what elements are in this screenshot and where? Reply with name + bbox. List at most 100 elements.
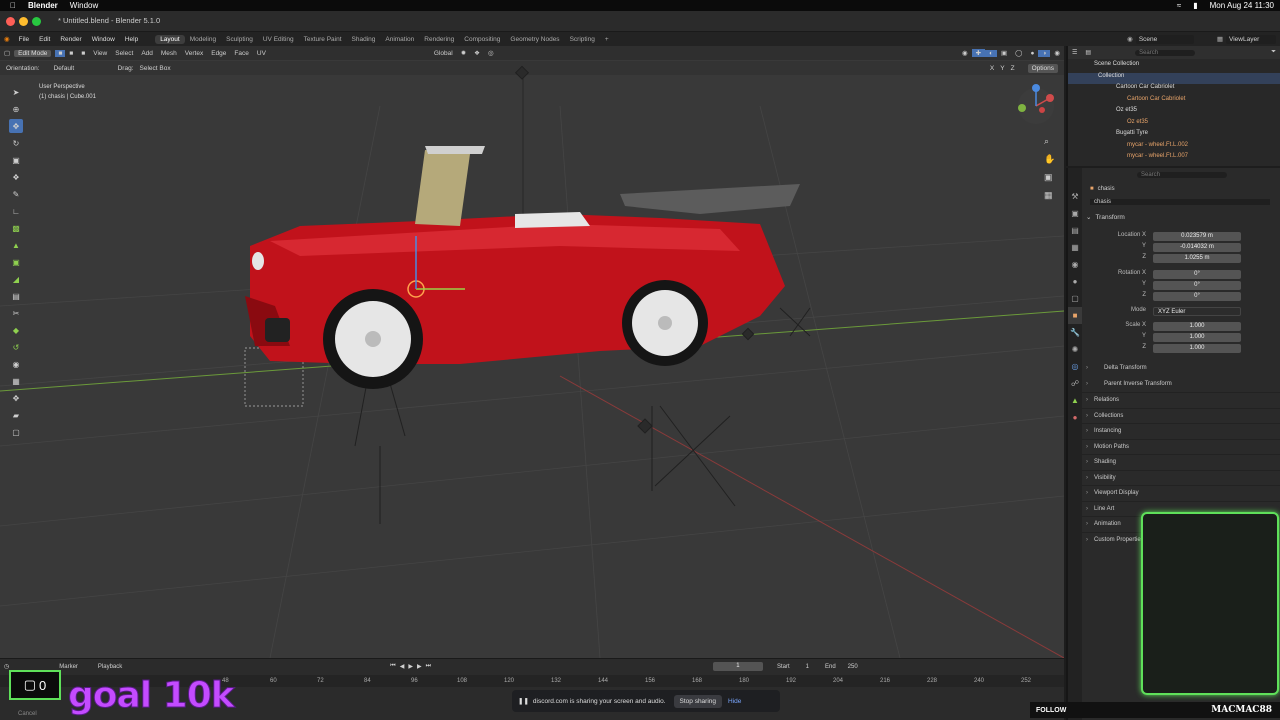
jump-end-icon[interactable]: ⏭	[424, 663, 433, 670]
parent-inverse-section[interactable]: Parent Inverse Transform	[1082, 377, 1280, 393]
scene-selector[interactable]: Scene	[1135, 34, 1194, 44]
outliner-editor-icon[interactable]: ☰	[1068, 49, 1081, 56]
minimize-window-button[interactable]	[19, 17, 28, 26]
spin-tool-icon[interactable]: ↺	[9, 340, 23, 354]
add-cube-tool-icon[interactable]: ▩	[9, 221, 23, 235]
zoom-icon[interactable]: ⌕	[1044, 132, 1058, 150]
prev-keyframe-icon[interactable]: ◀	[398, 663, 407, 670]
end-frame-field[interactable]: 250	[842, 664, 864, 670]
next-keyframe-icon[interactable]: ▶	[415, 663, 424, 670]
bevel-tool-icon[interactable]: ◢	[9, 272, 23, 286]
shading-section[interactable]: Shading	[1082, 454, 1280, 470]
scale-x-field[interactable]: 1.000	[1153, 322, 1241, 331]
navigation-gizmo[interactable]	[1018, 84, 1054, 124]
marker-menu[interactable]: Marker	[53, 664, 84, 670]
blender-logo-icon[interactable]: ◉	[0, 35, 14, 43]
poly-build-tool-icon[interactable]: ◆	[9, 323, 23, 337]
rotation-x-field[interactable]: 0°	[1153, 270, 1241, 279]
location-z-field[interactable]: 1.0255 m	[1153, 254, 1241, 263]
outliner-item[interactable]: Cartoon Car Cabriolet	[1068, 84, 1280, 96]
apple-icon[interactable]: 	[10, 1, 16, 10]
menu-file[interactable]: File	[14, 36, 34, 43]
menu-edit[interactable]: Edit	[34, 36, 55, 43]
menu-render[interactable]: Render	[55, 36, 86, 43]
outliner-item[interactable]: Oz et35	[1068, 107, 1280, 119]
menu-window[interactable]: Window	[87, 36, 120, 43]
motion-paths-section[interactable]: Motion Paths	[1082, 438, 1280, 454]
viewport-display-section[interactable]: Viewport Display	[1082, 485, 1280, 501]
location-x-field[interactable]: 0.023579 m	[1153, 232, 1241, 241]
play-icon[interactable]: ▶	[406, 663, 415, 670]
tab-texture-paint[interactable]: Texture Paint	[299, 35, 347, 44]
object-field[interactable]: chasis	[1090, 198, 1270, 205]
extrude-tool-icon[interactable]: ▲	[9, 238, 23, 252]
close-window-button[interactable]	[6, 17, 15, 26]
particles-tab-icon[interactable]: ✺	[1068, 341, 1082, 358]
pan-hand-icon[interactable]: ✋	[1044, 150, 1058, 168]
menubar-datetime[interactable]: Mon Aug 24 11:30	[1210, 1, 1274, 10]
outliner-search[interactable]: Search	[1135, 49, 1196, 56]
object-tab-icon[interactable]: ■	[1068, 307, 1082, 324]
start-frame-field[interactable]: 1	[796, 664, 819, 670]
cursor-tool-icon[interactable]: ⊕	[9, 102, 23, 116]
outliner-item[interactable]: mycar - wheel.Ft.L.007	[1068, 153, 1280, 165]
annotate-tool-icon[interactable]: ✎	[9, 187, 23, 201]
delta-transform-section[interactable]: Delta Transform	[1082, 361, 1280, 377]
shear-tool-icon[interactable]: ▰	[9, 408, 23, 422]
output-tab-icon[interactable]: ▤	[1068, 222, 1082, 239]
wifi-icon[interactable]: ≈	[1177, 1, 1181, 10]
tab-compositing[interactable]: Compositing	[459, 35, 505, 44]
scene-tab-icon[interactable]: ◉	[1068, 256, 1082, 273]
display-mode-icon[interactable]: ▤	[1081, 49, 1095, 56]
inset-tool-icon[interactable]: ▣	[9, 255, 23, 269]
tab-geometry-nodes[interactable]: Geometry Nodes	[505, 35, 564, 44]
collections-section[interactable]: Collections	[1082, 407, 1280, 423]
scale-tool-icon[interactable]: ▣	[9, 153, 23, 167]
physics-tab-icon[interactable]: ◎	[1068, 358, 1082, 375]
camera-view-icon[interactable]: ▣	[1044, 168, 1058, 186]
playback-menu[interactable]: Playback	[84, 664, 128, 670]
hide-share-button[interactable]: Hide	[728, 698, 741, 705]
outliner-item[interactable]: Cartoon Car Cabriolet	[1068, 96, 1280, 108]
menu-help[interactable]: Help	[120, 36, 143, 43]
ortho-grid-icon[interactable]: ▦	[1044, 186, 1058, 204]
rotation-y-field[interactable]: 0°	[1153, 281, 1241, 290]
outliner-item[interactable]: Bugatti Tyre	[1068, 130, 1280, 142]
viewlayer-selector[interactable]: ViewLayer	[1226, 34, 1276, 44]
outliner-item[interactable]: Collection	[1068, 72, 1280, 84]
move-tool-icon[interactable]: ✥	[9, 119, 23, 133]
outliner-item[interactable]: mycar - wheel.Ft.L.002	[1068, 142, 1280, 154]
view-layer-tab-icon[interactable]: ▦	[1068, 239, 1082, 256]
rotate-tool-icon[interactable]: ↻	[9, 136, 23, 150]
tab-layout[interactable]: Layout	[155, 34, 185, 44]
battery-icon[interactable]: ▮	[1193, 1, 1197, 10]
loop-cut-tool-icon[interactable]: ▤	[9, 289, 23, 303]
smooth-tool-icon[interactable]: ◉	[9, 357, 23, 371]
modifier-tab-icon[interactable]: 🔧	[1068, 324, 1082, 341]
outliner-item[interactable]: Scene Collection	[1068, 61, 1280, 73]
menubar-app-name[interactable]: Blender	[28, 1, 58, 10]
rotation-mode-dropdown[interactable]: XYZ Euler	[1153, 307, 1241, 316]
tab-modeling[interactable]: Modeling	[185, 35, 221, 44]
timeline-editor-icon[interactable]: ◷	[0, 663, 13, 670]
current-frame-field[interactable]: 1	[712, 662, 763, 671]
select-tool-icon[interactable]: ➤	[9, 85, 23, 99]
jump-start-icon[interactable]: ⏮	[388, 663, 397, 670]
rip-tool-icon[interactable]: ▢	[9, 425, 23, 439]
3d-viewport[interactable]: ▢ Edit Mode ■ ■ ■ View Select Add Mesh V…	[0, 46, 1064, 658]
location-y-field[interactable]: -0.014032 m	[1153, 243, 1241, 252]
transform-tool-icon[interactable]: ❖	[9, 170, 23, 184]
measure-tool-icon[interactable]: ∟	[9, 204, 23, 218]
material-tab-icon[interactable]: ●	[1068, 409, 1082, 426]
world-tab-icon[interactable]: ●	[1068, 273, 1082, 290]
transform-section-header[interactable]: ⌄ Transform	[1082, 208, 1280, 226]
shrink-tool-icon[interactable]: ✥	[9, 391, 23, 405]
outliner-item[interactable]: Oz et35	[1068, 119, 1280, 131]
scale-z-field[interactable]: 1.000	[1153, 344, 1241, 353]
relations-section[interactable]: Relations	[1082, 392, 1280, 408]
filter-icon[interactable]: ⏷	[1267, 49, 1280, 56]
instancing-section[interactable]: Instancing	[1082, 423, 1280, 439]
scale-y-field[interactable]: 1.000	[1153, 333, 1241, 342]
stop-sharing-button[interactable]: Stop sharing	[673, 694, 723, 708]
properties-search[interactable]: Search	[1137, 172, 1227, 178]
